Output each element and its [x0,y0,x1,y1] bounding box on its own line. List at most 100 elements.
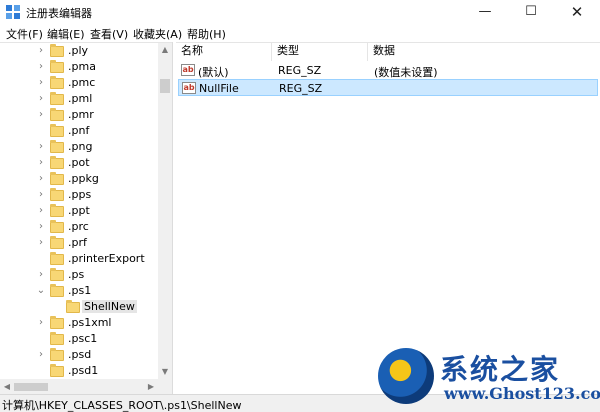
folder-icon [50,108,64,121]
value-row-selected[interactable]: ab NullFile REG_SZ [178,79,598,96]
tree-item-label: .png [68,140,93,153]
menu-favorites[interactable]: 收藏夹(A) [133,26,182,42]
tree-item[interactable]: › .ppt [0,203,158,219]
maximize-button[interactable]: ☐ [508,0,554,24]
menu-file[interactable]: 文件(F) [6,26,43,42]
expand-chevron-icon[interactable]: › [36,221,46,233]
tree-item[interactable]: › .pps [0,187,158,203]
tree-item[interactable]: › .ps [0,267,158,283]
expand-chevron-icon[interactable]: › [36,269,46,281]
expand-chevron-icon[interactable]: › [36,77,46,89]
tree-item-label: .ppkg [68,172,99,185]
folder-icon [50,268,64,281]
tree-item[interactable]: .pnf [0,123,158,139]
tree-item-label: .pmr [68,108,94,121]
scroll-down-arrow-icon[interactable]: ▼ [158,365,172,379]
expand-chevron-icon[interactable]: › [36,189,46,201]
tree-item[interactable]: › .png [0,139,158,155]
expand-chevron-icon[interactable]: › [36,141,46,153]
value-type: REG_SZ [278,64,322,77]
expand-chevron-icon[interactable]: › [36,157,46,169]
status-path: 计算机\HKEY_CLASSES_ROOT\.ps1\ShellNew [2,399,242,412]
tree-item-label: .prc [68,220,89,233]
folder-icon [50,44,64,57]
tree-item[interactable]: › .ply [0,43,158,59]
tree-item[interactable]: .psd1 [0,363,158,379]
tree-horizontal-scrollbar[interactable]: ◀ ▶ [0,379,158,394]
tree-item[interactable]: ⌄ .ps1 [0,283,158,299]
scroll-left-arrow-icon[interactable]: ◀ [0,379,14,394]
expand-chevron-icon[interactable]: › [36,349,46,361]
values-list-pane[interactable]: 名称 类型 数据 ab (默认) REG_SZ (数值未设置) ab NullF… [176,42,600,394]
column-header-type[interactable]: 类型 [272,43,368,61]
folder-icon [66,300,80,313]
value-name: NullFile [199,82,239,95]
tree-item[interactable]: › .prf [0,235,158,251]
expand-chevron-icon [36,253,46,265]
expand-chevron-icon[interactable]: › [36,317,46,329]
menu-help[interactable]: 帮助(H) [187,26,226,42]
site-watermark: 系统之家 www.Ghost123.com [378,346,600,410]
folder-icon [50,236,64,249]
tree-item-label: .ply [68,44,89,57]
column-header-name[interactable]: 名称 [176,43,272,61]
string-value-icon: ab [181,64,195,76]
tree-item-label: .pmc [68,76,96,89]
folder-icon [50,92,64,105]
expand-chevron-icon[interactable]: › [36,45,46,57]
scrollbar-corner [158,379,172,394]
key-tree-pane[interactable]: › .ply › .pma › .pmc › .pml › .pmr .pnf › .png… [0,42,172,394]
tree-item-label: .pot [68,156,90,169]
tree-item-label: .psd [68,348,92,361]
folder-icon [50,332,64,345]
menu-edit[interactable]: 编辑(E) [47,26,85,42]
folder-icon [50,364,64,377]
tree-item[interactable]: › .pmc [0,75,158,91]
tree-item-label: .ps1xml [68,316,112,329]
value-row[interactable]: ab (默认) REG_SZ (数值未设置) [178,62,598,79]
expand-chevron-icon[interactable]: › [36,109,46,121]
scroll-thumb[interactable] [160,79,170,93]
collapse-chevron-icon[interactable]: ⌄ [36,285,46,297]
column-header-data[interactable]: 数据 [368,43,600,61]
scroll-right-arrow-icon[interactable]: ▶ [144,379,158,394]
scroll-thumb[interactable] [14,383,48,391]
minimize-button[interactable]: — [462,0,508,24]
tree-item-label: .ps [68,268,85,281]
tree-item[interactable]: › .prc [0,219,158,235]
folder-icon [50,316,64,329]
tree-item[interactable]: .psc1 [0,331,158,347]
value-type: REG_SZ [279,82,323,95]
tree-item[interactable]: › .ppkg [0,171,158,187]
expand-chevron-icon[interactable]: › [36,237,46,249]
expand-chevron-icon[interactable]: › [36,205,46,217]
string-value-icon: ab [182,82,196,94]
tree-item-selected[interactable]: ShellNew [0,299,158,315]
tree-item-label: .psd1 [68,364,99,377]
tree-item-label: .ps1 [68,284,92,297]
folder-icon [50,348,64,361]
tree-item-label: .pps [68,188,92,201]
tree-item-label: .prf [68,236,87,249]
tree-vertical-scrollbar[interactable]: ▲ ▼ [158,43,172,379]
folder-icon [50,76,64,89]
expand-chevron-icon [36,365,46,377]
tree-item[interactable]: .printerExport [0,251,158,267]
tree-item[interactable]: › .pml [0,91,158,107]
tree-item[interactable]: › .ps1xml [0,315,158,331]
folder-icon [50,220,64,233]
scroll-up-arrow-icon[interactable]: ▲ [158,43,172,57]
folder-icon [50,188,64,201]
tree-item[interactable]: › .pot [0,155,158,171]
tree-item[interactable]: › .pmr [0,107,158,123]
folder-icon [50,124,64,137]
tree-item-label: .pnf [68,124,90,137]
tree-item[interactable]: › .pma [0,59,158,75]
registry-editor-icon [6,5,20,19]
expand-chevron-icon[interactable]: › [36,61,46,73]
expand-chevron-icon[interactable]: › [36,173,46,185]
expand-chevron-icon[interactable]: › [36,93,46,105]
tree-item[interactable]: › .psd [0,347,158,363]
close-button[interactable]: ✕ [554,0,600,24]
menu-view[interactable]: 查看(V) [90,26,128,42]
